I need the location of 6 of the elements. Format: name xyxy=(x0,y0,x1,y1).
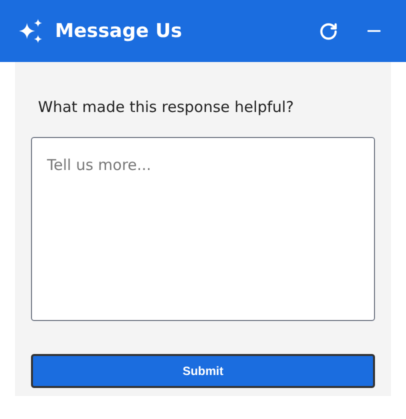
refresh-icon[interactable] xyxy=(319,22,338,40)
question-label: What made this response helpful? xyxy=(38,97,295,118)
window-title: Message Us xyxy=(55,18,182,44)
submit-button[interactable]: Submit xyxy=(31,354,375,388)
feedback-field[interactable]: Tell us more... xyxy=(31,136,375,320)
sparkles-icon xyxy=(17,18,43,44)
